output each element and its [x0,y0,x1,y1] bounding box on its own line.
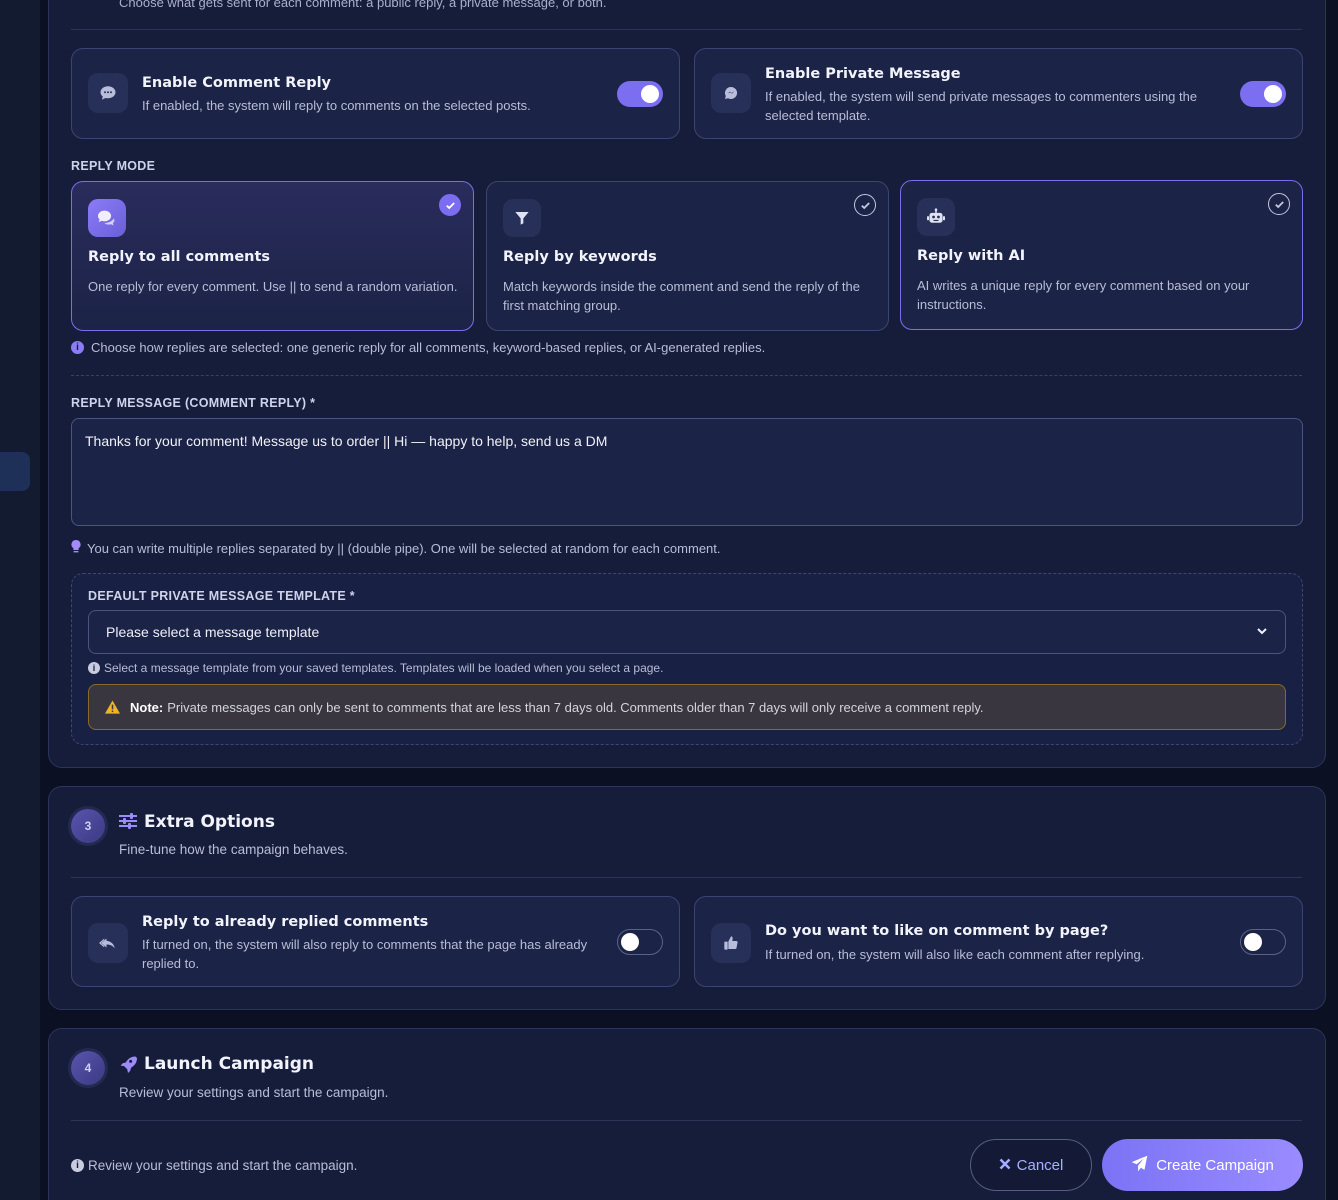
comment-reply-toggle[interactable] [617,81,663,107]
step-badge: 4 [71,1051,105,1085]
reply-message-textarea[interactable]: Thanks for your comment! Message us to o… [71,418,1303,526]
mode-check-icon [854,194,876,216]
info-icon: i [88,662,100,674]
chevron-down-icon [1256,624,1268,640]
rocket-icon [119,1055,137,1078]
warning-icon [105,700,120,714]
template-hint: i Select a message template from your sa… [88,661,663,675]
mode-selected-check-icon [439,194,461,216]
template-select[interactable]: Please select a message template [88,610,1286,654]
private-message-desc: If enabled, the system will send private… [765,89,1198,123]
reply-all-icon [88,923,128,963]
mode-title: Reply to all comments [88,249,271,265]
reply-replied-desc: If turned on, the system will also reply… [142,937,588,971]
note-label: Note: [130,699,164,715]
mode-title: Reply with AI [917,248,1026,264]
mode-desc: AI writes a unique reply for every comme… [917,278,1250,312]
private-message-card[interactable]: Enable Private Message If enabled, the s… [694,48,1303,139]
like-comment-card[interactable]: Do you want to like on comment by page? … [694,896,1303,987]
mode-desc: Match keywords inside the comment and se… [503,279,860,313]
robot-icon [917,198,955,236]
reply-message-hint-text: You can write multiple replies separated… [87,541,721,556]
send-icon [1131,1155,1148,1176]
like-comment-title: Do you want to like on comment by page? [765,923,1109,939]
reply-mode-hint-text: Choose how replies are selected: one gen… [91,340,766,355]
section-subtitle: Review your settings and start the campa… [119,1085,389,1100]
create-campaign-label: Create Campaign [1156,1156,1274,1174]
dashed-divider [71,375,1302,376]
chat-bubble-icon [88,73,128,113]
template-label: DEFAULT PRIVATE MESSAGE TEMPLATE * [88,589,355,603]
section-subtitle: Fine-tune how the campaign behaves. [119,842,348,857]
like-comment-desc: If turned on, the system will also like … [765,947,1145,962]
comment-reply-title: Enable Comment Reply [142,75,332,91]
like-comment-toggle[interactable] [1240,929,1286,955]
private-message-title: Enable Private Message [765,66,961,82]
mode-reply-ai[interactable]: Reply with AI AI writes a unique reply f… [900,180,1303,330]
mode-reply-keywords[interactable]: Reply by keywords Match keywords inside … [486,181,889,331]
section-hint: Choose what gets sent for each comment: … [119,0,607,10]
mode-title: Reply by keywords [503,249,657,265]
template-hint-text: Select a message template from your save… [104,661,664,675]
reply-replied-title: Reply to already replied comments [142,914,429,930]
mode-check-icon [1268,193,1290,215]
divider [71,29,1302,30]
reply-replied-toggle[interactable] [617,929,663,955]
comment-reply-card[interactable]: Enable Comment Reply If enabled, the sys… [71,48,680,139]
cancel-button[interactable]: Cancel [970,1139,1092,1191]
close-icon [999,1157,1011,1174]
reply-message-label: REPLY MESSAGE (COMMENT REPLY) * [71,396,316,410]
note-text: Private messages can only be sent to com… [167,699,984,715]
section-title: Extra Options [144,812,275,832]
mode-reply-all[interactable]: Reply to all comments One reply for ever… [71,181,474,331]
reply-mode-label: REPLY MODE [71,159,156,173]
info-icon: i [71,1159,84,1172]
reply-mode-hint: i Choose how replies are selected: one g… [71,340,765,355]
launch-hint: i Review your settings and start the cam… [71,1158,357,1173]
comments-icon [88,199,126,237]
left-sidebar [0,0,40,1200]
template-select-value: Please select a message template [106,624,320,640]
note-alert: Note: Private messages can only be sent … [88,684,1286,730]
create-campaign-button[interactable]: Create Campaign [1102,1139,1303,1191]
divider [71,1120,1302,1121]
filter-icon [503,199,541,237]
sliders-icon [119,813,137,834]
cancel-label: Cancel [1016,1156,1064,1174]
step-badge: 3 [71,809,105,843]
info-icon: i [71,341,84,354]
message-icon [711,73,751,113]
mode-desc: One reply for every comment. Use || to s… [88,279,458,294]
launch-hint-text: Review your settings and start the campa… [88,1158,358,1173]
divider [71,877,1302,878]
reply-message-hint: You can write multiple replies separated… [71,539,721,557]
sidebar-active-item[interactable] [0,452,30,491]
comment-reply-desc: If enabled, the system will reply to com… [142,98,531,113]
thumbs-up-icon [711,923,751,963]
lightbulb-icon [71,539,81,557]
private-message-toggle[interactable] [1240,81,1286,107]
reply-replied-card[interactable]: Reply to already replied comments If tur… [71,896,680,987]
section-title: Launch Campaign [144,1054,315,1074]
